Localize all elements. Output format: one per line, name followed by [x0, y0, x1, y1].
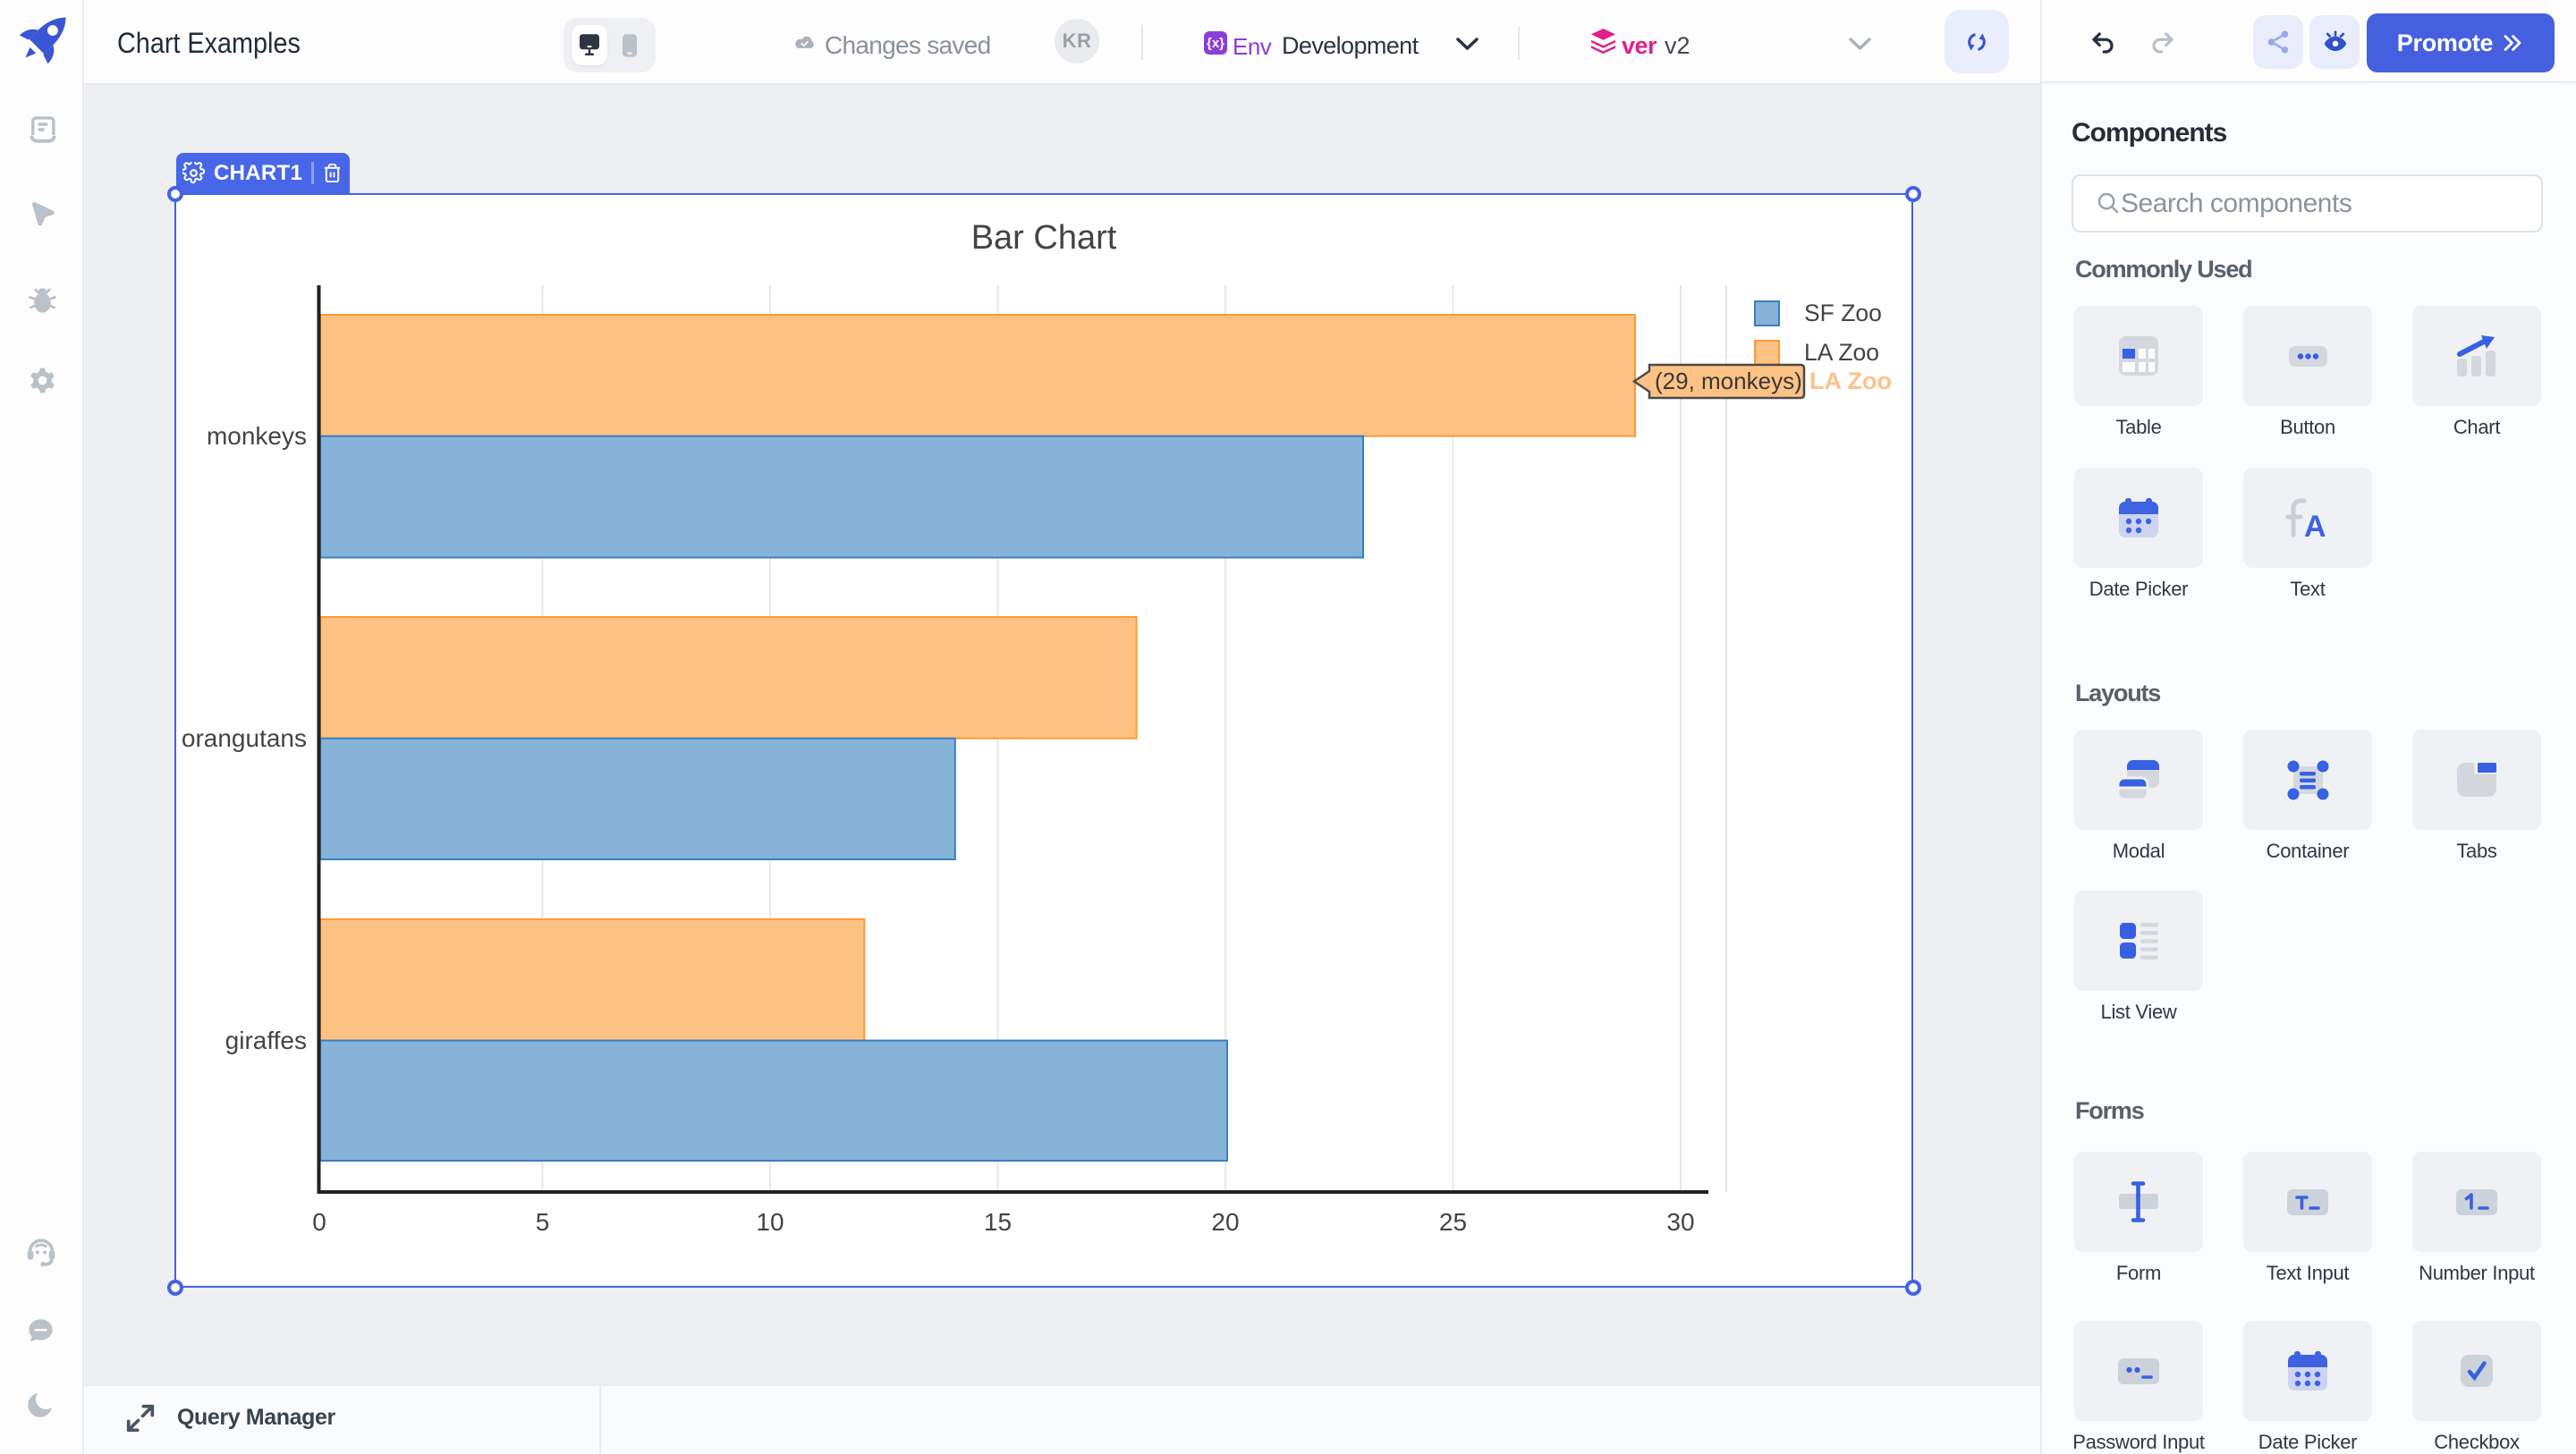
svg-text:30: 30	[1666, 1208, 1694, 1236]
svg-text:giraffes: giraffes	[225, 1027, 307, 1054]
svg-text:orangutans: orangutans	[182, 724, 307, 752]
svg-text:15: 15	[984, 1208, 1012, 1236]
svg-text:0: 0	[312, 1208, 326, 1236]
svg-text:LA Zoo: LA Zoo	[1809, 368, 1892, 394]
svg-text:Bar Chart: Bar Chart	[971, 219, 1117, 257]
svg-text:20: 20	[1211, 1208, 1239, 1236]
svg-text:10: 10	[756, 1208, 784, 1236]
svg-text:SF Zoo: SF Zoo	[1804, 300, 1882, 326]
svg-text:5: 5	[536, 1208, 550, 1236]
svg-text:monkeys: monkeys	[207, 422, 307, 450]
svg-text:(29, monkeys): (29, monkeys)	[1655, 368, 1802, 394]
svg-text:LA Zoo: LA Zoo	[1804, 339, 1879, 366]
svg-text:A: A	[2304, 510, 2326, 540]
svg-text:25: 25	[1439, 1208, 1467, 1236]
